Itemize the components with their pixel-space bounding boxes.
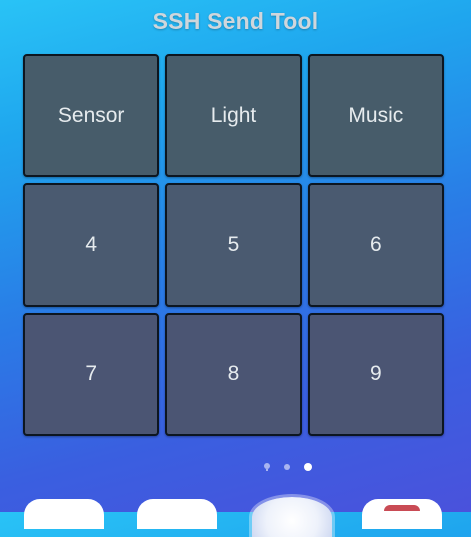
button-8[interactable]: 8 [165,312,302,436]
widget-title: SSH Send Tool [152,8,319,34]
dock-app-icon-accent [384,505,420,511]
light-button[interactable]: Light [165,54,302,178]
button-5[interactable]: 5 [165,183,302,307]
music-button[interactable]: Music [307,54,444,178]
dock-app-icon[interactable] [24,499,104,529]
dock-app-icon[interactable] [252,497,332,537]
page-indicator [264,463,312,471]
button-7[interactable]: 7 [23,312,160,436]
button-6[interactable]: 6 [307,183,444,307]
dock-app-icon[interactable] [137,499,217,529]
button-4[interactable]: 4 [23,183,160,307]
home-page-indicator-icon[interactable] [264,463,270,471]
page-indicator-dot-active[interactable] [304,463,312,471]
button-9[interactable]: 9 [307,312,444,436]
page-indicator-dot[interactable] [284,464,290,470]
button-grid: Sensor Light Music 4 5 6 7 8 9 [23,54,444,436]
sensor-button[interactable]: Sensor [23,54,160,178]
dock-app-icon[interactable] [362,499,442,529]
